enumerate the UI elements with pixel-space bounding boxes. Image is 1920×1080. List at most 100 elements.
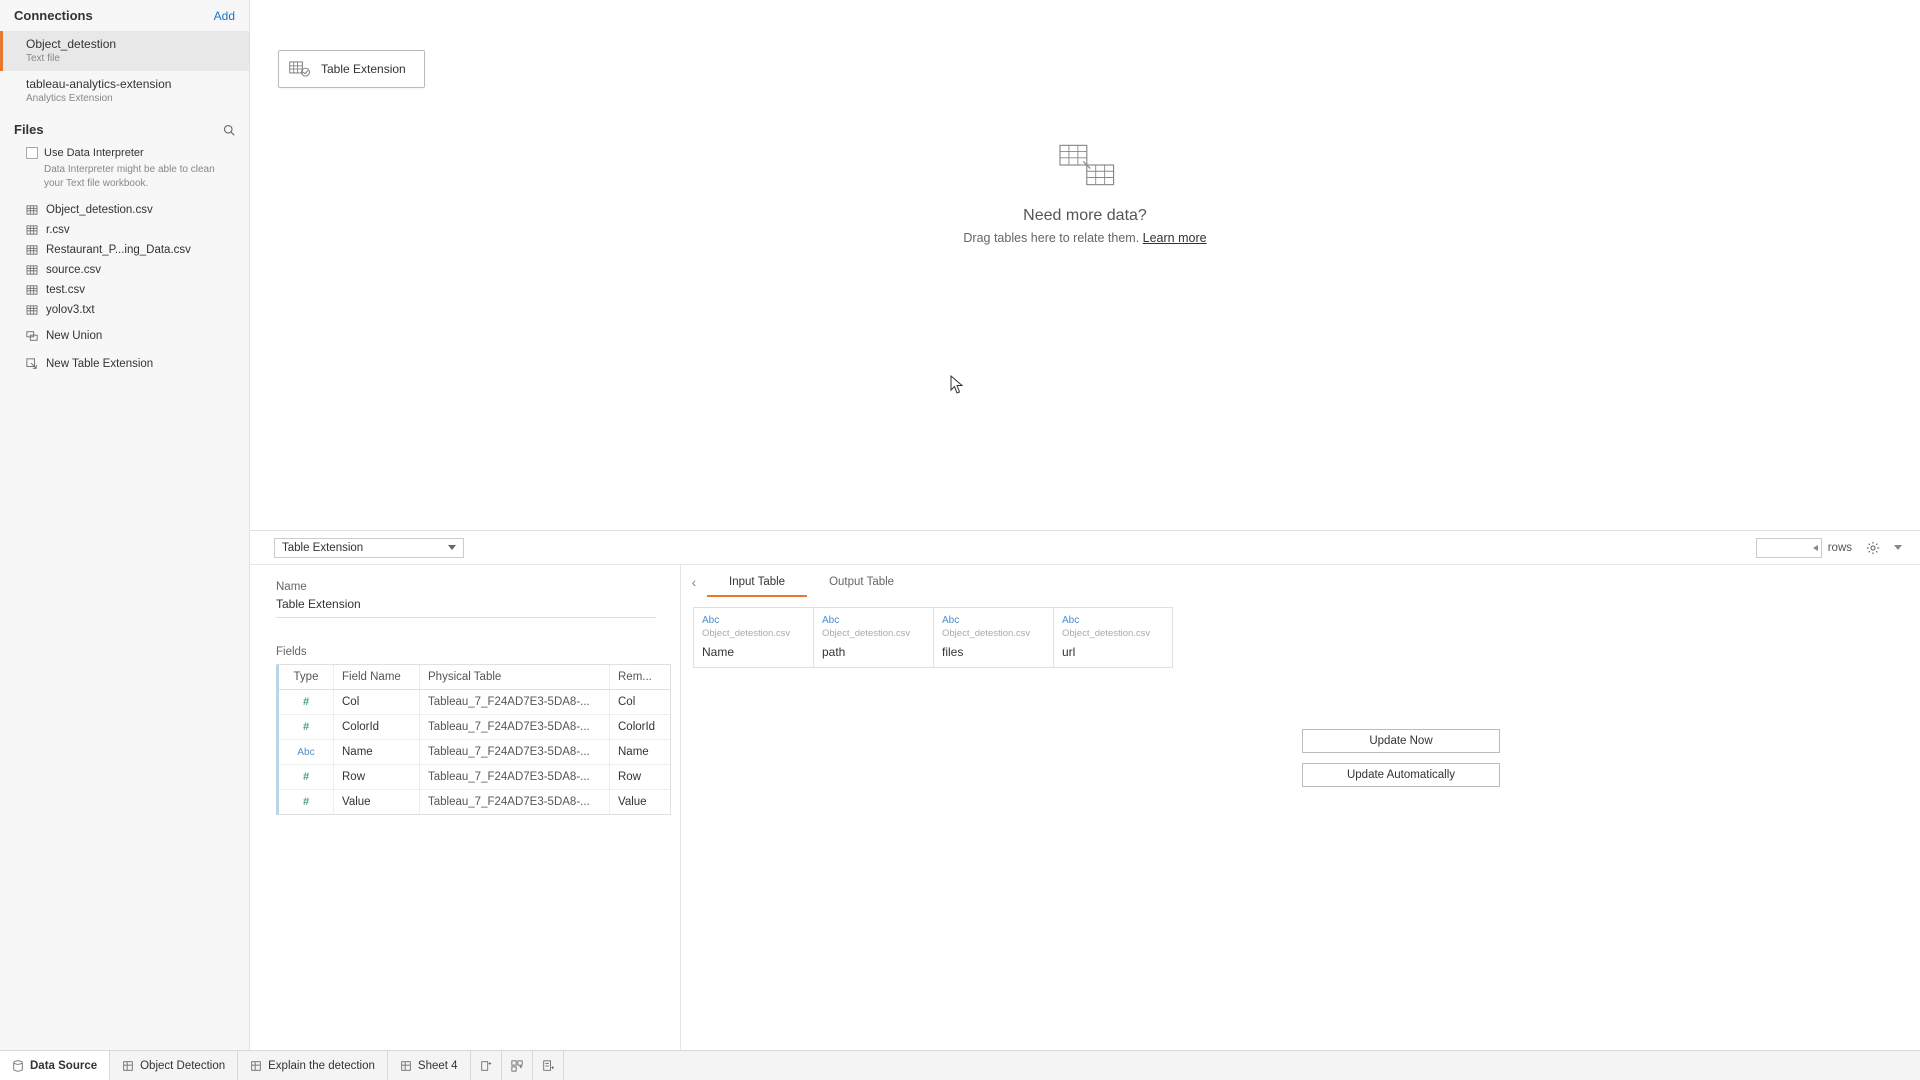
rows-input[interactable] xyxy=(1756,538,1822,558)
search-icon[interactable] xyxy=(223,124,235,136)
new-worksheet-button[interactable] xyxy=(471,1051,502,1080)
col-header-type[interactable]: Type xyxy=(279,665,334,689)
sheet-tab[interactable]: Explain the detection xyxy=(238,1051,388,1080)
column-name: files xyxy=(942,645,1045,659)
field-remote: Row xyxy=(610,765,670,789)
relationship-canvas[interactable]: Table Extension Need more data? Drag tab… xyxy=(250,0,1920,530)
tab-input-table[interactable]: Input Table xyxy=(707,568,807,597)
tab-label: Sheet 4 xyxy=(418,1060,458,1072)
bottom-tabstrip: Data Source Object Detection Explain the … xyxy=(0,1050,1920,1080)
table-icon xyxy=(26,305,38,315)
connection-item-object-detestion[interactable]: Object_detestion Text file xyxy=(0,31,249,71)
add-connection-link[interactable]: Add xyxy=(214,9,235,23)
tab-output-table[interactable]: Output Table xyxy=(807,568,916,597)
learn-more-link[interactable]: Learn more xyxy=(1143,231,1207,245)
io-tabs: ‹ Input Table Output Table xyxy=(681,565,1920,599)
file-item[interactable]: r.csv xyxy=(0,220,249,240)
worksheet-icon xyxy=(122,1060,134,1072)
column-card[interactable]: AbcObject_detestion.csvName xyxy=(693,607,813,668)
col-header-remote[interactable]: Rem... xyxy=(610,665,670,689)
table-extension-icon xyxy=(26,358,38,370)
table-row[interactable]: #RowTableau_7_F24AD7E3-5DA8-...Row xyxy=(279,765,670,790)
table-row[interactable]: AbcNameTableau_7_F24AD7E3-5DA8-...Name xyxy=(279,740,670,765)
col-header-physical-table[interactable]: Physical Table xyxy=(420,665,610,689)
column-type: Abc xyxy=(1062,615,1164,626)
column-source: Object_detestion.csv xyxy=(942,628,1045,639)
field-type: # xyxy=(279,690,334,714)
field-physical-table: Tableau_7_F24AD7E3-5DA8-... xyxy=(420,790,610,814)
worksheet-icon xyxy=(400,1060,412,1072)
table-icon xyxy=(26,245,38,255)
data-source-icon xyxy=(12,1060,24,1072)
union-icon xyxy=(26,330,38,342)
column-name: url xyxy=(1062,645,1164,659)
table-selector[interactable]: Table Extension xyxy=(274,538,464,558)
sheet-tab[interactable]: Object Detection xyxy=(110,1051,238,1080)
field-type: Abc xyxy=(279,740,334,764)
update-automatically-button[interactable]: Update Automatically xyxy=(1302,763,1500,787)
chevron-down-icon[interactable] xyxy=(1894,545,1902,550)
table-details: Name Table Extension Fields Type Field N… xyxy=(250,565,680,1050)
new-worksheet-icon xyxy=(480,1060,492,1072)
tab-data-source[interactable]: Data Source xyxy=(0,1051,110,1080)
new-story-button[interactable] xyxy=(533,1051,564,1080)
fields-table: Type Field Name Physical Table Rem... #C… xyxy=(276,664,671,815)
collapse-panel-icon[interactable]: ‹ xyxy=(681,574,707,590)
file-item[interactable]: Object_detestion.csv xyxy=(0,200,249,220)
table-icon xyxy=(26,205,38,215)
field-physical-table: Tableau_7_F24AD7E3-5DA8-... xyxy=(420,765,610,789)
field-type: # xyxy=(279,790,334,814)
table-row[interactable]: #ValueTableau_7_F24AD7E3-5DA8-...Value xyxy=(279,790,670,814)
cursor-icon xyxy=(950,375,964,395)
file-label: r.csv xyxy=(46,224,70,236)
new-union[interactable]: New Union xyxy=(0,324,249,348)
relate-tables-icon xyxy=(1049,140,1121,190)
tab-label: Object Detection xyxy=(140,1060,225,1072)
sidebar: Connections Add Object_detestion Text fi… xyxy=(0,0,250,1050)
data-interpreter-checkbox[interactable] xyxy=(26,147,38,159)
sheet-tab[interactable]: Sheet 4 xyxy=(388,1051,471,1080)
file-label: source.csv xyxy=(46,264,101,276)
table-icon xyxy=(26,285,38,295)
column-source: Object_detestion.csv xyxy=(822,628,925,639)
field-type: # xyxy=(279,715,334,739)
worksheet-icon xyxy=(250,1060,262,1072)
table-row[interactable]: #ColorIdTableau_7_F24AD7E3-5DA8-...Color… xyxy=(279,715,670,740)
column-card[interactable]: Abc Object_detestion.csvfiles xyxy=(933,607,1053,668)
file-item[interactable]: yolov3.txt xyxy=(0,300,249,320)
arrow-right-icon xyxy=(1809,545,1818,551)
file-label: Restaurant_P...ing_Data.csv xyxy=(46,244,191,256)
field-name: ColorId xyxy=(334,715,420,739)
column-card[interactable]: AbcObject_detestion.csvurl xyxy=(1053,607,1173,668)
lower-toolbar: Table Extension rows xyxy=(250,531,1920,565)
field-name: Name xyxy=(334,740,420,764)
name-value[interactable]: Table Extension xyxy=(276,595,656,618)
field-remote: ColorId xyxy=(610,715,670,739)
col-header-field-name[interactable]: Field Name xyxy=(334,665,420,689)
table-extension-pill[interactable]: Table Extension xyxy=(278,50,425,88)
tab-label: Data Source xyxy=(30,1060,97,1072)
column-type: Abc xyxy=(942,615,1045,626)
column-type: Abc xyxy=(702,615,805,626)
field-type: # xyxy=(279,765,334,789)
field-name: Value xyxy=(334,790,420,814)
pill-label: Table Extension xyxy=(321,62,406,76)
column-card[interactable]: AbcObject_detestion.csvpath xyxy=(813,607,933,668)
field-remote: Col xyxy=(610,690,670,714)
field-name: Col xyxy=(334,690,420,714)
need-more-data-title: Need more data? xyxy=(835,207,1335,225)
gear-icon[interactable] xyxy=(1866,541,1880,555)
connection-item-analytics-ext[interactable]: tableau-analytics-extension Analytics Ex… xyxy=(0,71,249,111)
field-physical-table: Tableau_7_F24AD7E3-5DA8-... xyxy=(420,690,610,714)
table-selector-value: Table Extension xyxy=(282,542,363,554)
file-item[interactable]: source.csv xyxy=(0,260,249,280)
connection-sub: Text file xyxy=(26,52,235,66)
file-item[interactable]: test.csv xyxy=(0,280,249,300)
table-row[interactable]: #ColTableau_7_F24AD7E3-5DA8-...Col xyxy=(279,690,670,715)
new-dashboard-button[interactable] xyxy=(502,1051,533,1080)
file-item[interactable]: Restaurant_P...ing_Data.csv xyxy=(0,240,249,260)
update-now-button[interactable]: Update Now xyxy=(1302,729,1500,753)
new-table-extension[interactable]: New Table Extension xyxy=(0,352,249,376)
name-label: Name xyxy=(276,581,660,593)
connections-title: Connections xyxy=(14,8,93,23)
